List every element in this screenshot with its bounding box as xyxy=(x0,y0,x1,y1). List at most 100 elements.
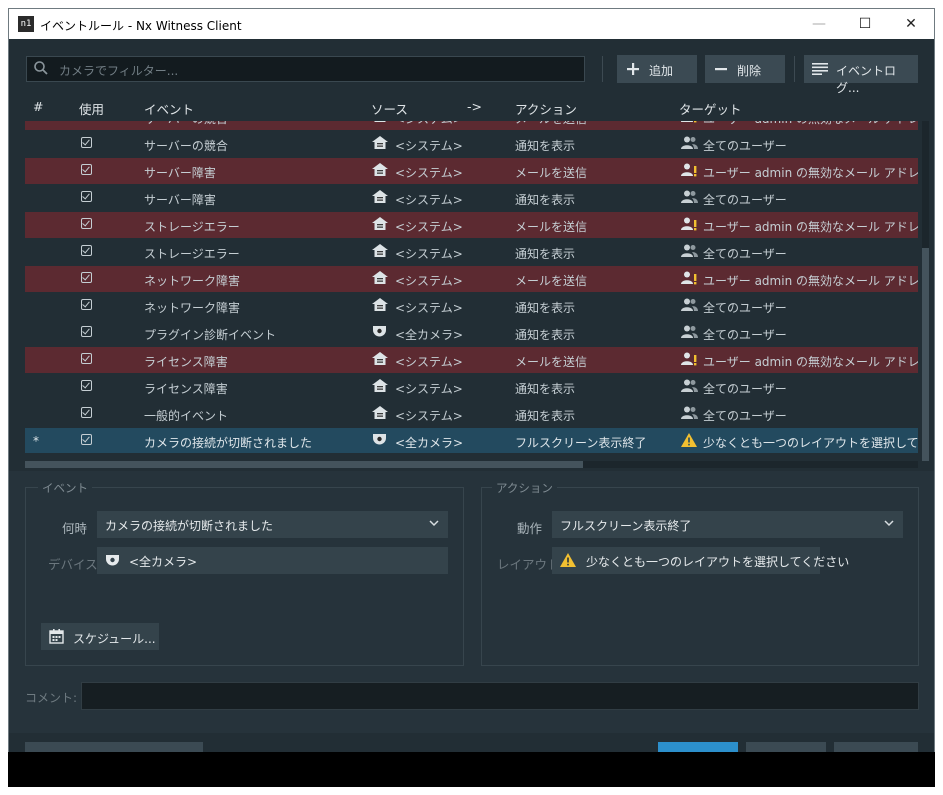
row-target: 少なくとも一つのレイアウトを選択してく... xyxy=(703,436,918,450)
event-type-value: カメラの接続が切断されました xyxy=(105,519,274,533)
row-source: <システム> xyxy=(395,409,463,423)
plus-icon xyxy=(627,63,639,75)
user-warning-icon xyxy=(681,163,698,180)
table-row[interactable]: ネットワーク障害 <システム> メールを送信 ユーザー admin の無効なメール ア… xyxy=(25,266,918,292)
row-action: 通知を表示 xyxy=(515,247,576,261)
col-header-arrow[interactable]: -> xyxy=(467,99,482,114)
layout-label: レイアウト xyxy=(497,557,560,572)
row-source: <システム> xyxy=(395,382,463,396)
layout-value: 少なくとも一つのレイアウトを選択してください xyxy=(586,555,850,569)
list-icon xyxy=(812,63,828,75)
table-row[interactable]: 一般的イベント <システム> 通知を表示 全てのユーザー xyxy=(25,401,918,427)
rule-enabled-checkbox[interactable] xyxy=(81,326,92,337)
delete-rule-button[interactable]: 削除 xyxy=(705,55,785,83)
row-target: ユーザー admin の無効なメール アドレス xyxy=(703,121,918,127)
row-source: <システム> xyxy=(395,166,463,180)
action-type-select[interactable]: フルスクリーン表示終了 xyxy=(552,511,903,538)
filter-placeholder: カメラでフィルター... xyxy=(59,64,179,78)
table-row[interactable]: サーバー障害 <システム> メールを送信 ユーザー admin の無効なメール アドレ… xyxy=(25,158,918,184)
rule-enabled-checkbox[interactable] xyxy=(81,299,92,310)
row-target: ユーザー admin の無効なメール アドレス xyxy=(703,274,918,288)
warning-icon xyxy=(681,433,697,450)
row-action: 通知を表示 xyxy=(515,301,576,315)
server-icon xyxy=(372,136,388,152)
col-header-enabled[interactable]: 使用 xyxy=(79,99,104,118)
schedule-button[interactable]: スケジュール... xyxy=(41,623,159,650)
users-icon xyxy=(681,244,698,260)
event-rules-window: n1 イベントルール - Nx Witness Client — ☐ ✕ カメラ… xyxy=(8,8,935,787)
server-icon xyxy=(372,190,388,206)
col-header-event[interactable]: イベント xyxy=(144,99,194,118)
table-row[interactable]: サーバー障害 <システム> 通知を表示 全てのユーザー xyxy=(25,185,918,211)
horizontal-scroll-thumb[interactable] xyxy=(25,461,583,468)
rule-enabled-checkbox[interactable] xyxy=(81,353,92,364)
camera-filter-input[interactable]: カメラでフィルター... xyxy=(26,56,585,82)
chevron-down-icon xyxy=(429,520,439,527)
add-rule-button[interactable]: 追加 xyxy=(617,55,697,83)
server-icon xyxy=(372,406,388,422)
table-row[interactable]: * カメラの接続が切断されました <全カメラ> フルスクリーン表示終了 少なくとも一つの… xyxy=(25,428,918,453)
title-bar[interactable]: n1 イベントルール - Nx Witness Client — ☐ ✕ xyxy=(9,9,934,39)
server-icon xyxy=(372,298,388,314)
rule-enabled-checkbox[interactable] xyxy=(81,218,92,229)
row-event: 一般的イベント xyxy=(144,409,229,423)
rule-enabled-checkbox[interactable] xyxy=(81,191,92,202)
col-header-action[interactable]: アクション xyxy=(515,99,577,118)
table-row[interactable]: ライセンス障害 <システム> メールを送信 ユーザー admin の無効なメール アド… xyxy=(25,347,918,373)
horizontal-scrollbar[interactable] xyxy=(25,461,918,468)
row-source: <システム> xyxy=(395,193,463,207)
when-label: 何時 xyxy=(62,521,88,536)
row-target: 全てのユーザー xyxy=(703,193,787,207)
table-row[interactable]: サーバーの競合 <システム> メールを送信 ユーザー admin の無効なメール アド… xyxy=(25,121,918,130)
rule-enabled-checkbox[interactable] xyxy=(81,434,92,445)
vertical-scroll-thumb[interactable] xyxy=(922,248,929,461)
row-action: 通知を表示 xyxy=(515,382,576,396)
row-action: 通知を表示 xyxy=(515,328,576,342)
rule-enabled-checkbox[interactable] xyxy=(81,407,92,418)
rule-enabled-checkbox[interactable] xyxy=(81,164,92,175)
event-type-select[interactable]: カメラの接続が切断されました xyxy=(97,511,448,538)
add-rule-label: 追加 xyxy=(649,64,674,78)
col-header-target[interactable]: ターゲット xyxy=(679,99,742,118)
close-button[interactable]: ✕ xyxy=(888,9,934,39)
row-target: ユーザー admin の無効なメール アドレス xyxy=(703,166,918,180)
row-action: 通知を表示 xyxy=(515,193,576,207)
vertical-scrollbar[interactable] xyxy=(922,121,929,461)
maximize-button[interactable]: ☐ xyxy=(842,9,888,39)
search-icon xyxy=(34,61,48,75)
minimize-button[interactable]: — xyxy=(796,9,842,39)
col-header-number[interactable]: # xyxy=(33,99,43,114)
comment-label: コメント: xyxy=(25,691,78,705)
window-title: イベントルール - Nx Witness Client xyxy=(40,19,242,33)
rules-table[interactable]: サーバーの競合<システム>メールを送信ユーザー admin の無効なメール アド… xyxy=(25,121,918,453)
comment-input[interactable] xyxy=(81,682,919,710)
rule-enabled-checkbox[interactable] xyxy=(81,137,92,148)
action-type-value: フルスクリーン表示終了 xyxy=(560,519,692,533)
camera-icon xyxy=(372,325,387,341)
user-warning-icon xyxy=(681,271,698,288)
table-row[interactable]: ストレージエラー <システム> メールを送信 ユーザー admin の無効なメール ア… xyxy=(25,212,918,238)
user-warning-icon xyxy=(681,121,698,126)
action-label: 動作 xyxy=(517,521,543,536)
col-header-source[interactable]: ソース xyxy=(371,99,408,118)
table-row[interactable]: ネットワーク障害 <システム> 通知を表示 全てのユーザー xyxy=(25,293,918,319)
camera-icon xyxy=(106,555,119,566)
row-action: 通知を表示 xyxy=(515,139,576,153)
rule-enabled-checkbox[interactable] xyxy=(81,245,92,256)
device-value: <全カメラ> xyxy=(129,555,198,569)
minus-icon xyxy=(715,68,727,71)
layout-select-button[interactable]: 少なくとも一つのレイアウトを選択してください xyxy=(552,547,849,574)
server-icon xyxy=(372,121,388,125)
table-row[interactable]: ライセンス障害 <システム> 通知を表示 全てのユーザー xyxy=(25,374,918,400)
rule-enabled-checkbox[interactable] xyxy=(81,272,92,283)
device-select-button[interactable]: <全カメラ> xyxy=(97,547,448,574)
table-row[interactable]: ストレージエラー <システム> 通知を表示 全てのユーザー xyxy=(25,239,918,265)
rule-enabled-checkbox[interactable] xyxy=(81,380,92,391)
table-row[interactable]: プラグイン診断イベント <全カメラ> 通知を表示 全てのユーザー xyxy=(25,320,918,346)
toolbar-divider xyxy=(602,56,603,82)
row-target: 全てのユーザー xyxy=(703,247,787,261)
table-row[interactable]: サーバーの競合 <システム> 通知を表示 全てのユーザー xyxy=(25,131,918,157)
chevron-down-icon xyxy=(884,520,894,527)
event-log-button[interactable]: イベントログ... xyxy=(804,55,918,95)
row-event: ネットワーク障害 xyxy=(144,274,241,288)
